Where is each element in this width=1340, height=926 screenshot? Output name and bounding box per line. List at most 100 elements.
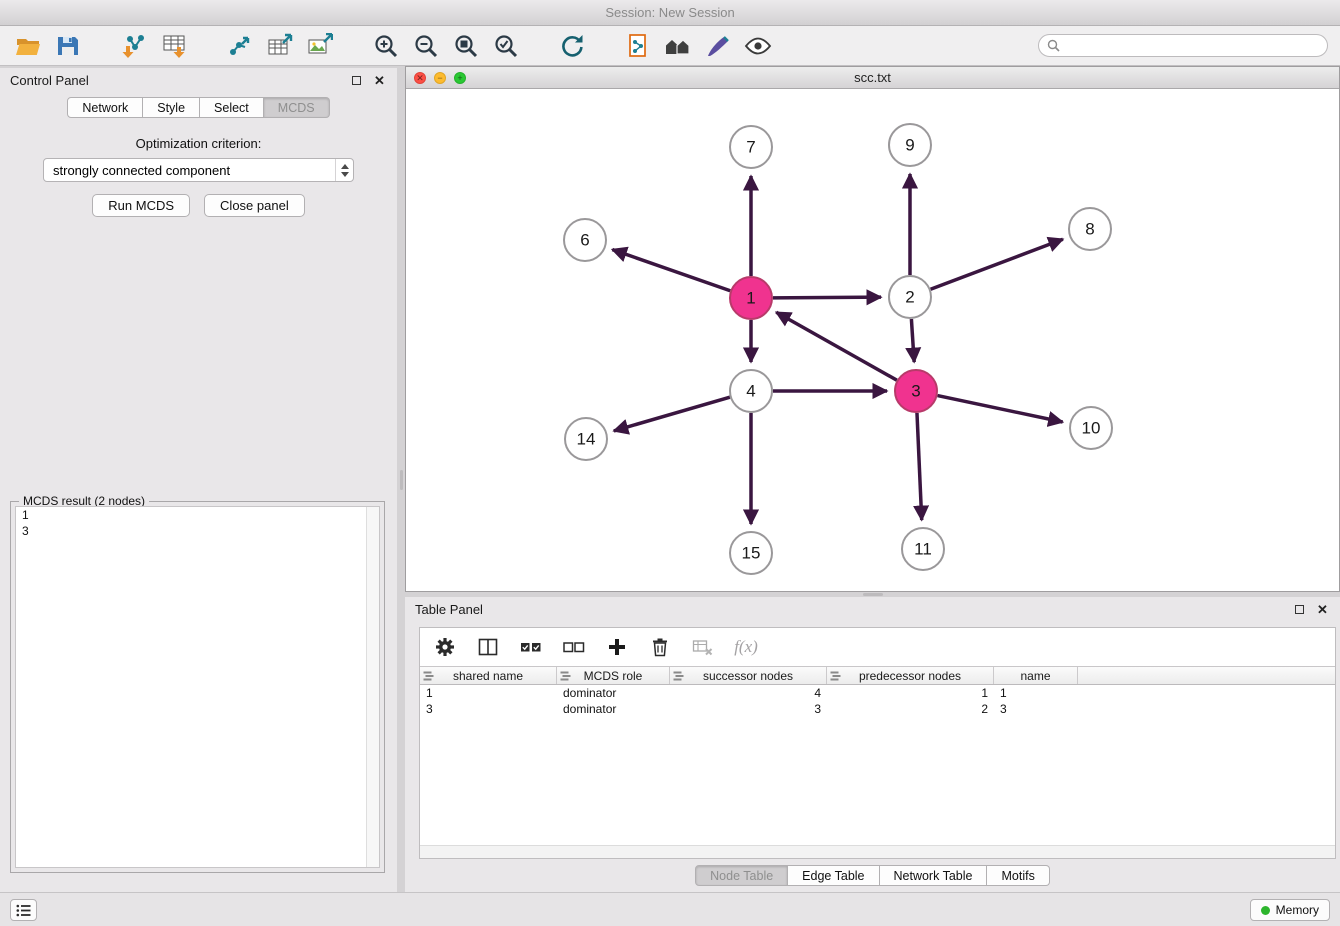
tab-label: Select: [214, 101, 249, 115]
graph-edge-2-3[interactable]: [911, 319, 914, 362]
zoom-in-button[interactable]: [372, 32, 400, 60]
optimization-criterion-label: Optimization criterion:: [0, 136, 397, 151]
function-builder-button[interactable]: f(x): [735, 636, 757, 658]
column-header-predecessor-nodes[interactable]: predecessor nodes: [827, 667, 994, 684]
refresh-icon: [559, 33, 585, 59]
show-column-button[interactable]: [477, 636, 499, 658]
table-settings-button[interactable]: [434, 636, 456, 658]
tab-mcds[interactable]: MCDS: [264, 97, 330, 118]
tab-network[interactable]: Network: [67, 97, 143, 118]
tab-label: Edge Table: [802, 869, 864, 883]
import-table-icon: [161, 33, 187, 59]
delete-table-button[interactable]: [692, 636, 714, 658]
graph-edge-3-1[interactable]: [776, 312, 897, 380]
result-scrollbar[interactable]: [366, 507, 379, 867]
graph-node-label: 4: [746, 382, 755, 401]
result-item[interactable]: 3: [16, 523, 379, 539]
cell-mcds-role[interactable]: dominator: [557, 701, 670, 717]
delete-column-button[interactable]: [649, 636, 671, 658]
select-all-button[interactable]: [520, 636, 542, 658]
splitter-grip-icon: [863, 593, 883, 596]
float-window-icon: [352, 76, 361, 85]
tab-label: MCDS: [278, 101, 315, 115]
graph-edge-1-2[interactable]: [773, 297, 881, 298]
minimize-window-button[interactable]: −: [434, 72, 446, 84]
save-session-button[interactable]: [54, 32, 82, 60]
graph-edge-2-8[interactable]: [931, 239, 1063, 289]
open-folder-icon: [15, 33, 41, 59]
zoom-out-button[interactable]: [412, 32, 440, 60]
vertical-splitter[interactable]: [397, 68, 405, 892]
show-hide-panel-button[interactable]: [744, 32, 772, 60]
mcds-result-groupbox: MCDS result (2 nodes) 1 3: [10, 501, 385, 873]
memory-button[interactable]: Memory: [1250, 899, 1330, 921]
search-input[interactable]: [1065, 39, 1319, 53]
export-network-button[interactable]: [226, 32, 254, 60]
cell-successor-nodes[interactable]: 4: [670, 685, 827, 701]
column-header-successor-nodes[interactable]: successor nodes: [670, 667, 827, 684]
optimization-criterion-select[interactable]: strongly connected component: [43, 158, 354, 182]
close-panel-button-mcds[interactable]: Close panel: [204, 194, 305, 217]
cell-mcds-role[interactable]: dominator: [557, 685, 670, 701]
tab-select[interactable]: Select: [200, 97, 264, 118]
export-image-button[interactable]: [306, 32, 334, 60]
graph-edge-4-14[interactable]: [614, 397, 730, 431]
cell-name[interactable]: 1: [994, 685, 1078, 701]
first-neighbors-button[interactable]: [664, 32, 692, 60]
tab-edge-table[interactable]: Edge Table: [788, 865, 879, 886]
import-network-button[interactable]: [120, 32, 148, 60]
table-row[interactable]: 3 dominator 3 2 3: [420, 701, 1335, 717]
maximize-window-button[interactable]: +: [454, 72, 466, 84]
zoom-fit-button[interactable]: [452, 32, 480, 60]
result-item[interactable]: 1: [16, 507, 379, 523]
cell-shared-name[interactable]: 1: [420, 685, 557, 701]
export-table-button[interactable]: [266, 32, 294, 60]
search-box: [1038, 34, 1328, 57]
column-type-icon: [560, 671, 571, 682]
close-panel-button[interactable]: ✕: [372, 73, 387, 88]
column-header-name[interactable]: name: [994, 667, 1078, 684]
tab-network-table[interactable]: Network Table: [880, 865, 988, 886]
column-header-shared-name[interactable]: shared name: [420, 667, 557, 684]
mcds-result-list[interactable]: 1 3: [15, 506, 380, 868]
cell-shared-name[interactable]: 3: [420, 701, 557, 717]
graph-edge-1-6[interactable]: [612, 250, 730, 291]
cell-successor-nodes[interactable]: 3: [670, 701, 827, 717]
tab-motifs[interactable]: Motifs: [987, 865, 1049, 886]
import-table-button[interactable]: [160, 32, 188, 60]
memory-status-icon: [1261, 906, 1270, 915]
eye-icon: [744, 33, 772, 59]
import-network-icon: [121, 33, 147, 59]
float-table-panel-button[interactable]: [1292, 602, 1307, 617]
task-history-button[interactable]: [10, 899, 37, 921]
network-graph[interactable]: 7968124314101511: [406, 89, 1339, 591]
tab-label: Style: [157, 101, 185, 115]
tab-style[interactable]: Style: [143, 97, 200, 118]
tab-node-table[interactable]: Node Table: [695, 865, 788, 886]
add-column-button[interactable]: [606, 636, 628, 658]
float-panel-button[interactable]: [349, 73, 364, 88]
control-panel-title: Control Panel: [10, 73, 89, 88]
close-window-button[interactable]: ✕: [414, 72, 426, 84]
network-overview-button[interactable]: [624, 32, 652, 60]
open-session-button[interactable]: [14, 32, 42, 60]
zoom-selected-button[interactable]: [492, 32, 520, 60]
table-row[interactable]: 1 dominator 4 1 1: [420, 685, 1335, 701]
cell-name[interactable]: 3: [994, 701, 1078, 717]
horizontal-scrollbar[interactable]: [420, 845, 1335, 858]
window-titlebar: Session: New Session: [0, 0, 1340, 26]
dropdown-arrows-icon: [335, 159, 353, 181]
column-header-mcds-role[interactable]: MCDS role: [557, 667, 670, 684]
cell-predecessor-nodes[interactable]: 2: [827, 701, 994, 717]
cell-predecessor-nodes[interactable]: 1: [827, 685, 994, 701]
close-table-panel-button[interactable]: ✕: [1315, 602, 1330, 617]
apply-style-button[interactable]: [704, 32, 732, 60]
graph-edge-3-11[interactable]: [917, 413, 922, 520]
apply-style-icon: [705, 33, 731, 59]
float-window-icon: [1295, 605, 1304, 614]
refresh-button[interactable]: [558, 32, 586, 60]
graph-node-label: 6: [580, 231, 589, 250]
graph-edge-3-10[interactable]: [938, 396, 1063, 422]
deselect-all-button[interactable]: [563, 636, 585, 658]
run-mcds-button[interactable]: Run MCDS: [92, 194, 190, 217]
